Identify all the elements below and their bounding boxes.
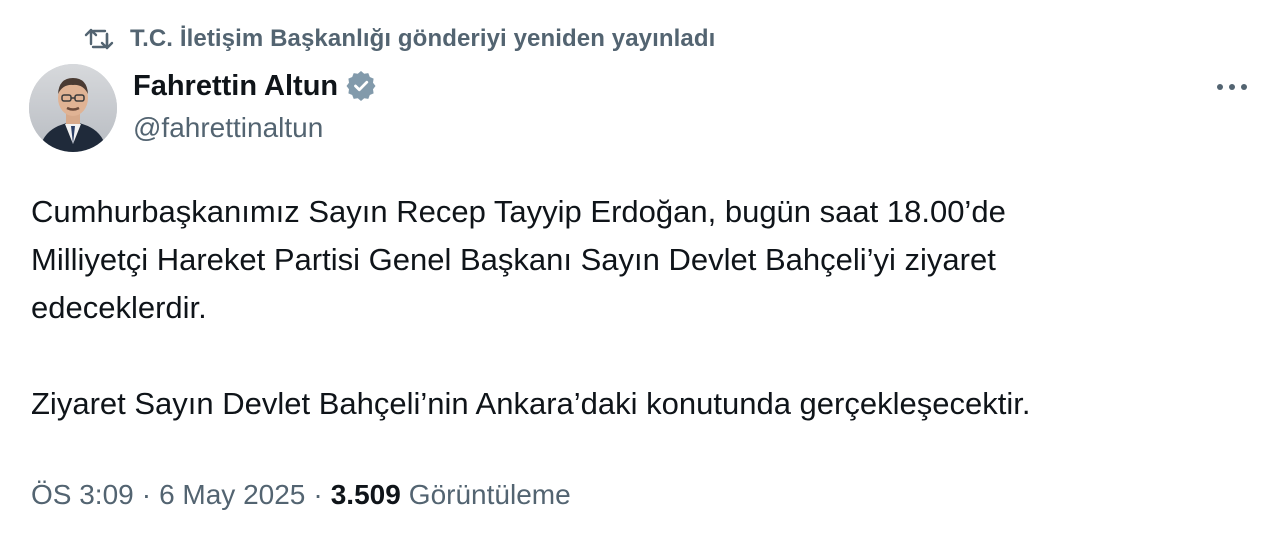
repost-icon — [82, 22, 116, 56]
tweet-line: Ziyaret Sayın Devlet Bahçeli’nin Ankara’… — [31, 386, 1031, 421]
author-display-name[interactable]: Fahrettin Altun — [133, 70, 338, 103]
avatar[interactable] — [29, 64, 117, 152]
tweet-date[interactable]: 6 May 2025 — [159, 479, 305, 511]
repost-indicator[interactable]: T.C. İletişim Başkanlığı gönderiyi yenid… — [82, 22, 715, 56]
meta-separator: · — [141, 479, 152, 510]
more-options-button[interactable] — [1212, 72, 1252, 104]
tweet-line: edeceklerdir. — [31, 290, 207, 325]
author-handle[interactable]: @fahrettinaltun — [133, 112, 376, 144]
avatar-image — [29, 64, 117, 152]
views-label[interactable]: Görüntüleme — [409, 479, 571, 511]
repost-text[interactable]: T.C. İletişim Başkanlığı gönderiyi yenid… — [130, 25, 715, 53]
tweet-line: Milliyetçi Hareket Partisi Genel Başkanı… — [31, 242, 996, 277]
author-name-row: Fahrettin Altun — [133, 66, 376, 106]
views-count[interactable]: 3.509 — [331, 479, 401, 511]
tweet-text: Cumhurbaşkanımız Sayın Recep Tayyip Erdo… — [31, 188, 1261, 428]
tweet-line: Cumhurbaşkanımız Sayın Recep Tayyip Erdo… — [31, 194, 1006, 229]
tweet-meta: ÖS 3:09 · 6 May 2025 · 3.509 Görüntüleme — [31, 479, 571, 511]
tweet-time[interactable]: ÖS 3:09 — [31, 479, 134, 511]
verified-badge-icon[interactable] — [346, 71, 376, 101]
author-block: Fahrettin Altun @fahrettinaltun — [133, 66, 376, 144]
more-options-icon — [1215, 79, 1249, 97]
meta-separator: · — [313, 479, 323, 510]
